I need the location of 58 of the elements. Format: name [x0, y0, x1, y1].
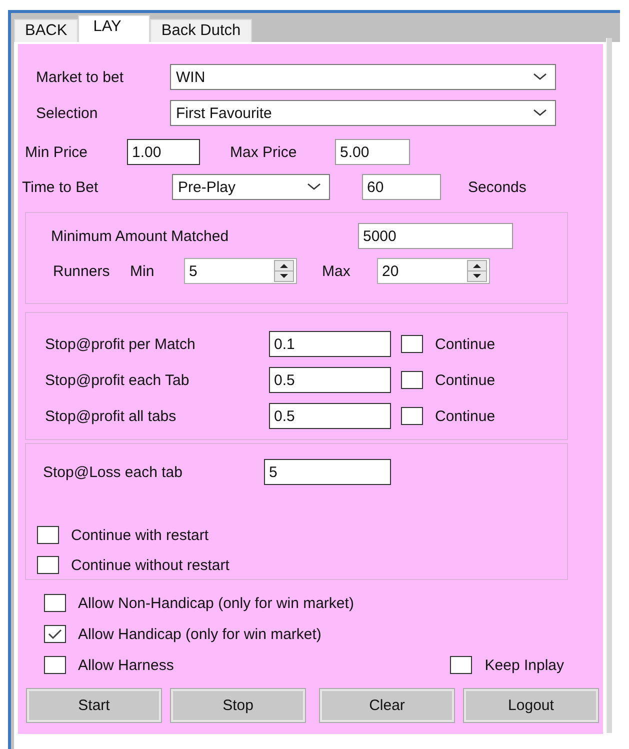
- checkmark-icon: [47, 628, 63, 640]
- checkbox-label: Continue: [435, 336, 496, 352]
- tab[interactable]: BACK: [14, 19, 78, 42]
- field-label: Stop@profit all tabs: [45, 408, 178, 424]
- chevron-down-icon: [307, 183, 321, 191]
- checkbox[interactable]: [37, 526, 59, 544]
- seconds-field[interactable]: 60: [362, 174, 441, 200]
- tab[interactable]: Back Dutch: [150, 19, 252, 42]
- field-label: Market to bet: [36, 68, 125, 86]
- checkbox[interactable]: [401, 371, 423, 389]
- tab[interactable]: LAY: [78, 15, 150, 42]
- checkbox-label: Continue: [435, 408, 496, 424]
- spin-arrows-icon[interactable]: [274, 260, 294, 282]
- checkbox[interactable]: [401, 335, 423, 353]
- checkbox[interactable]: [44, 656, 66, 674]
- field-label: Stop@Loss each tab: [43, 464, 184, 480]
- chevron-down-icon: [533, 109, 547, 117]
- field-label: Time to Bet: [22, 178, 100, 196]
- stop-loss-field[interactable]: 5: [264, 459, 391, 485]
- market-dropdown[interactable]: WIN: [170, 64, 556, 90]
- checkbox-label: Allow Harness: [78, 656, 174, 674]
- field-label: Minimum Amount Matched: [51, 228, 230, 244]
- field-label: Seconds: [468, 178, 526, 196]
- checkbox-label: Allow Non-Handicap (only for win market): [78, 594, 354, 612]
- spin-arrows-icon[interactable]: [467, 260, 487, 282]
- action-button[interactable]: Logout: [464, 689, 598, 722]
- checkbox[interactable]: [450, 656, 472, 674]
- checkbox-label: Keep Inplay: [484, 656, 564, 674]
- checkbox-label: Continue with restart: [71, 526, 209, 544]
- field-label: Stop@profit per Match: [45, 336, 196, 352]
- checkbox[interactable]: [37, 556, 59, 574]
- action-button[interactable]: Stop: [171, 689, 305, 722]
- action-button[interactable]: Clear: [320, 689, 454, 722]
- runners-min-spinner[interactable]: 5: [184, 258, 297, 284]
- minimum-amount-field[interactable]: 5000: [358, 223, 513, 249]
- max-price-field[interactable]: 5.00: [335, 139, 410, 165]
- field-label: Selection: [36, 104, 99, 122]
- profit-field[interactable]: 0.5: [269, 367, 391, 393]
- field-label: Max: [322, 262, 352, 280]
- checkbox[interactable]: [44, 594, 66, 612]
- time-to-bet-dropdown[interactable]: Pre-Play: [172, 174, 330, 200]
- field-label: Max Price: [230, 144, 298, 160]
- action-button[interactable]: Start: [27, 689, 161, 722]
- checkbox[interactable]: [401, 407, 423, 425]
- field-label: Min Price: [25, 144, 89, 160]
- field-label: Runners: [53, 262, 111, 280]
- selection-dropdown[interactable]: First Favourite: [170, 100, 556, 126]
- profit-field[interactable]: 0.1: [269, 331, 391, 357]
- field-label: Min: [130, 262, 156, 280]
- runners-max-spinner[interactable]: 20: [377, 258, 490, 284]
- checkbox-label: Continue without restart: [71, 556, 230, 574]
- profit-field[interactable]: 0.5: [269, 403, 391, 429]
- checkbox-label: Allow Handicap (only for win market): [78, 626, 322, 642]
- checkbox[interactable]: [44, 625, 66, 643]
- field-label: Stop@profit each Tab: [45, 372, 190, 388]
- checkbox-label: Continue: [435, 372, 496, 388]
- chevron-down-icon: [533, 73, 547, 81]
- min-price-field[interactable]: 1.00: [127, 139, 200, 165]
